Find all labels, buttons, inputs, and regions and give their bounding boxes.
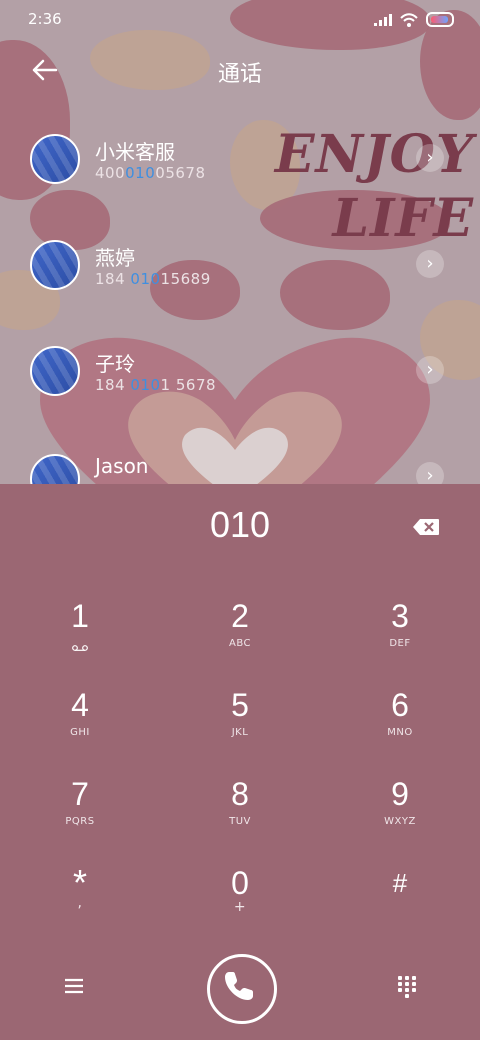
key-hash[interactable]: # bbox=[350, 863, 450, 943]
chevron-right-icon[interactable]: › bbox=[416, 462, 444, 484]
key-3[interactable]: 3 DEF bbox=[350, 596, 450, 676]
contact-name: 小米客服 bbox=[95, 140, 175, 164]
phone-icon bbox=[225, 972, 253, 1000]
key-2[interactable]: 2 ABC bbox=[190, 596, 290, 676]
status-time: 2:36 bbox=[28, 10, 62, 28]
key-4[interactable]: 4 GHI bbox=[30, 685, 130, 765]
battery-icon bbox=[426, 12, 454, 27]
key-9[interactable]: 9 WXYZ bbox=[350, 774, 450, 854]
dialpad-icon[interactable] bbox=[395, 974, 419, 998]
contact-row[interactable]: Jason › bbox=[0, 450, 480, 484]
contact-row[interactable]: 子玲 184 0101 5678 › bbox=[0, 342, 480, 432]
key-0[interactable]: 0 + bbox=[190, 863, 290, 943]
contact-number: 40001005678 bbox=[95, 164, 206, 182]
contact-name: 燕婷 bbox=[95, 246, 135, 270]
chevron-right-icon[interactable]: › bbox=[416, 144, 444, 172]
avatar bbox=[30, 134, 80, 184]
contact-name: 子玲 bbox=[95, 352, 135, 376]
key-7[interactable]: 7 PQRS bbox=[30, 774, 130, 854]
chevron-right-icon[interactable]: › bbox=[416, 356, 444, 384]
wifi-icon bbox=[400, 12, 418, 27]
key-8[interactable]: 8 TUV bbox=[190, 774, 290, 854]
backspace-icon[interactable] bbox=[412, 518, 440, 536]
avatar bbox=[30, 240, 80, 290]
chevron-right-icon[interactable]: › bbox=[416, 250, 444, 278]
contact-number: 184 01015689 bbox=[95, 270, 211, 288]
avatar bbox=[30, 346, 80, 396]
call-button[interactable] bbox=[207, 954, 277, 1024]
signal-icon bbox=[374, 13, 392, 26]
contact-row[interactable]: 燕婷 184 01015689 › bbox=[0, 236, 480, 326]
dialer-panel: 010 1 2 ABC 3 DEF 4 GHI 5 JKL 6 MNO 7 PQRS 8 TU… bbox=[0, 484, 480, 1040]
dial-input[interactable]: 010 bbox=[0, 504, 480, 546]
page-title: 通话 bbox=[217, 62, 262, 87]
key-1[interactable]: 1 bbox=[30, 596, 130, 676]
avatar bbox=[30, 454, 80, 484]
contact-row[interactable]: 小米客服 40001005678 › bbox=[0, 128, 480, 218]
status-bar: 2:36 bbox=[0, 0, 480, 40]
menu-icon[interactable] bbox=[62, 974, 86, 998]
key-6[interactable]: 6 MNO bbox=[350, 685, 450, 765]
voicemail-icon bbox=[72, 645, 88, 651]
key-star[interactable]: *, bbox=[30, 863, 130, 943]
key-5[interactable]: 5 JKL bbox=[190, 685, 290, 765]
contact-name: Jason bbox=[95, 454, 149, 478]
contact-number: 184 0101 5678 bbox=[95, 376, 217, 394]
